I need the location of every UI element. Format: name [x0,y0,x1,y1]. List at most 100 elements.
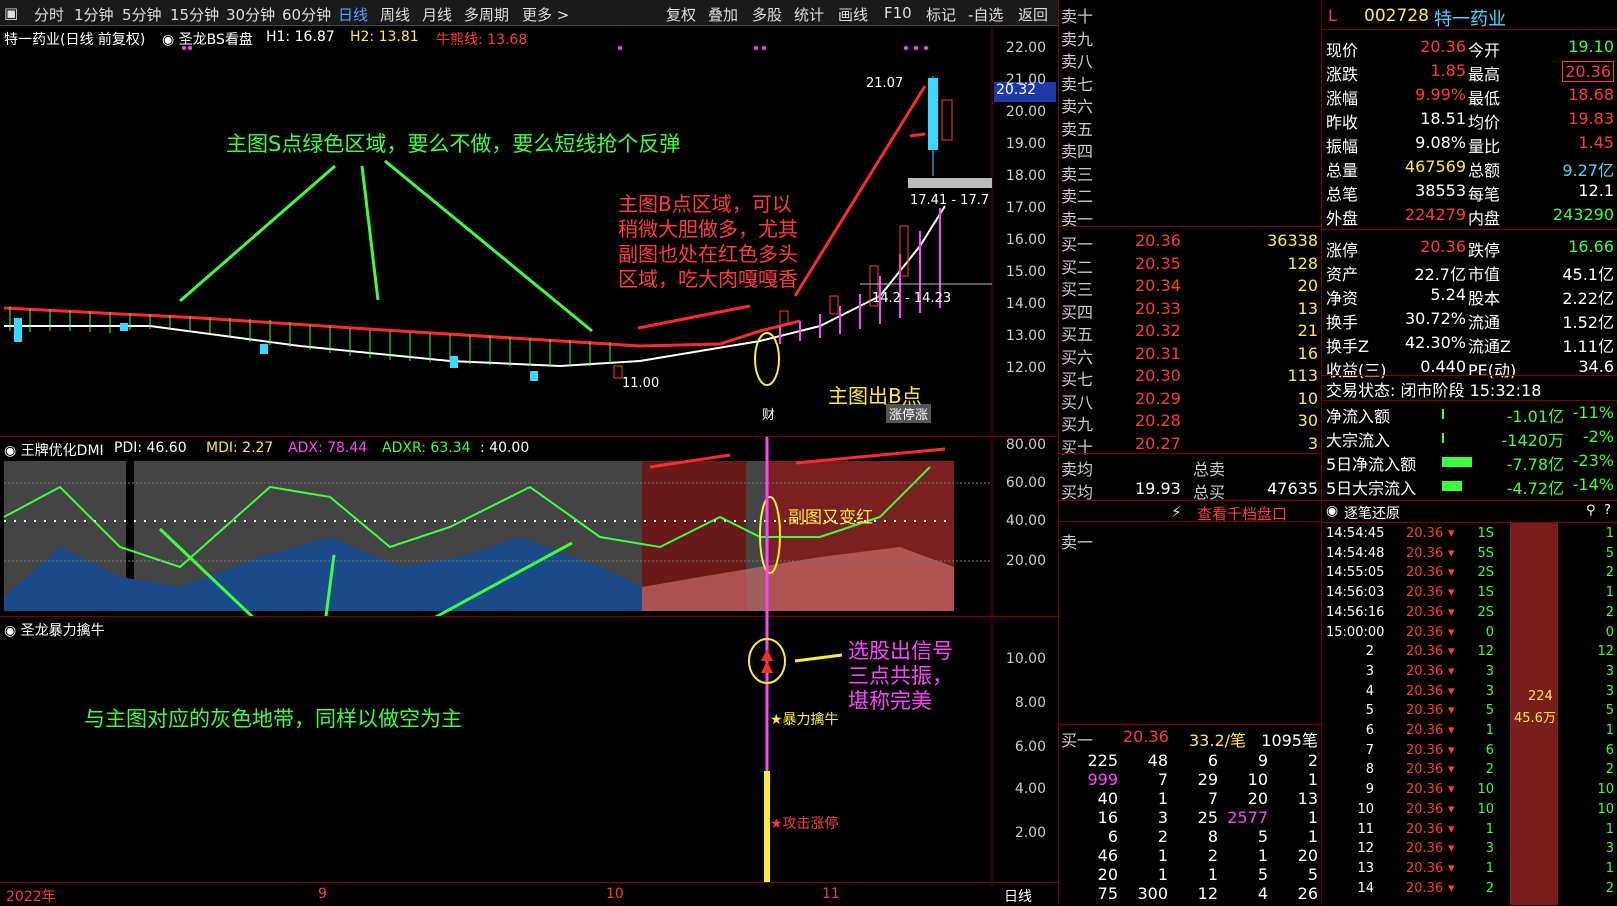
tab-daily[interactable]: 日线 [338,4,368,25]
tick-count: 3 [1605,841,1614,857]
queue-row: 75 300 12 4 26 [1059,883,1322,906]
btn-watchlist[interactable]: -自选 [968,4,1003,25]
buy-row[interactable]: 买十 20.27 3 [1059,433,1322,457]
buy-label: 买八 [1061,392,1094,412]
tick-toggle-icon[interactable]: ◉ [1326,503,1338,519]
ytick: 18.00 [1005,168,1046,184]
window-icon[interactable]: ▣ [4,4,18,22]
btn-draw[interactable]: 画线 [838,4,868,25]
main-kline-panel[interactable]: 特一药业(日线 前复权) ◉ 圣龙BS看盘 H1: 16.87 H2: 13.8… [0,26,1058,436]
tab-30min[interactable]: 30分钟 [226,4,275,25]
quote-value: 467569 [1404,157,1466,176]
filter-icon[interactable]: ⚲ [1586,503,1596,518]
queue-cell: 999 [1087,770,1118,789]
quote-label: 涨跌 [1326,65,1359,84]
tick-price: 20.36 [1406,821,1444,837]
quote-value: 1.45 [1578,133,1614,152]
quote-value: 30.72% [1404,309,1466,328]
queue-cell: 46 [1097,846,1118,865]
signal-note: 选股出信号 三点共振， 堪称完美 [848,639,953,714]
dmi-panel[interactable]: ◉ 王牌优化DMI PDI: 46.60 MDI: 2.27 ADX: 78.4… [0,436,1058,617]
tick-price: 20.36 [1406,565,1444,581]
tick-time: 10 [1357,801,1374,817]
buy-row[interactable]: 买四 20.33 13 [1059,298,1322,322]
buy-label: 买四 [1061,302,1094,322]
tick-count: 1 [1605,585,1614,601]
tick-row: 12 20.36 ▾ 3 3 [1322,840,1617,860]
queue-cell: 5 [1257,827,1268,846]
btn-multi-stock[interactable]: 多股 [752,4,782,25]
buy-price: 20.36 [1135,231,1181,250]
trade-status: 交易状态: 闭市阶段 15:32:18 [1322,376,1617,400]
btn-f10[interactable]: F10 [884,4,912,22]
buy-row[interactable]: 买六 20.31 16 [1059,343,1322,367]
buy-row[interactable]: 买三 20.34 20 [1059,275,1322,299]
sell-row: 卖十 [1059,2,1322,26]
tick-arrow: ▾ [1448,841,1455,857]
tick-volume: 3 [1485,683,1494,699]
depth-link-bar[interactable]: ⚡ 查看千档盘口 [1059,500,1322,524]
b-point-circle [754,332,780,386]
tick-arrow: ▾ [1448,604,1455,620]
tick-volume: 1S [1477,526,1494,541]
buy-row[interactable]: 买七 20.30 113 [1059,365,1322,389]
tab-fenshi[interactable]: 分时 [34,4,64,25]
buy-row[interactable]: 买九 20.28 30 [1059,410,1322,434]
tab-60min[interactable]: 60分钟 [282,4,331,25]
quote-label: 净资 [1326,289,1359,308]
buy-avg-row: 买均 19.93 总买 47635 [1059,478,1322,502]
tick-count: 6 [1605,742,1614,758]
ytick: 8.00 [1014,695,1046,711]
note-line: 堪称完美 [848,689,932,713]
tab-multi-period[interactable]: 多周期 [464,4,509,25]
tick-time: 14:54:48 [1326,545,1385,561]
tick-row: 11 20.36 ▾ 1 1 [1322,821,1617,841]
buy-row[interactable]: 买二 20.35 128 [1059,253,1322,277]
stock-name: 特一药业 [1434,9,1506,30]
sell-label: 卖三 [1061,164,1094,184]
main-title: 特一药业(日线 前复权) [4,32,146,48]
tick-volume: 12 [1477,644,1494,660]
range-label: 17.41 - 17.7 [910,193,990,208]
btn-stats[interactable]: 统计 [794,4,824,25]
buy-row[interactable]: 买一 20.36 36338 [1059,230,1322,254]
tick-row: 8 20.36 ▾ 2 2 [1322,761,1617,781]
queue-cell: 4 [1257,884,1268,903]
tab-5min[interactable]: 5分钟 [122,4,162,25]
btn-overlay[interactable]: 叠加 [708,4,738,25]
tick-row: 3 20.36 ▾ 3 3 [1322,663,1617,683]
tab-more[interactable]: 更多 > [522,4,569,25]
tab-1min[interactable]: 1分钟 [74,4,114,25]
quote-row: 换手Z 42.30% 流通Z 1.11亿 [1322,332,1617,356]
btn-back[interactable]: 返回 [1018,4,1048,25]
queue-cell: 6 [1207,751,1218,770]
tick-arrow: ▾ [1448,703,1455,719]
quote-row: 涨跌 1.85 最高 20.36 [1322,60,1617,84]
buy-price: 20.27 [1135,433,1181,453]
tick-time: 14:54:45 [1326,526,1385,541]
indicator-name[interactable]: ◉ 圣龙BS看盘 [162,29,253,49]
tick-time: 6 [1365,723,1374,738]
x-label: 11 [822,886,840,902]
quote-value: 2.22亿 [1562,289,1614,308]
period-label[interactable]: 日线 [1004,886,1032,906]
tick-row: 14 20.36 ▾ 2 2 [1322,880,1617,900]
tick-volume: 2 [1485,880,1494,896]
buy-volume: 20 [1297,276,1318,295]
quote-label: 涨停 [1326,241,1359,260]
tick-row: 14:56:16 20.36 ▾ 2S 2 [1322,604,1617,624]
quote-label: 均价 [1468,113,1501,132]
flow-bar [1442,409,1444,419]
btn-mark[interactable]: 标记 [926,4,956,25]
btn-fuquan[interactable]: 复权 [666,4,696,25]
qiniu-panel[interactable]: ◉ 圣龙暴力擒牛 10.00 8.00 6.00 4.00 2.00 与主图对应… [0,437,1058,887]
tab-monthly[interactable]: 月线 [422,4,452,25]
buy-row[interactable]: 买八 20.29 10 [1059,388,1322,412]
depth-link[interactable]: 查看千档盘口 [1197,503,1287,524]
help-icon[interactable]: ? [1604,503,1611,518]
buy-row[interactable]: 买五 20.32 21 [1059,320,1322,344]
tab-15min[interactable]: 15分钟 [170,4,219,25]
buy-label: 买九 [1061,415,1094,434]
tab-weekly[interactable]: 周线 [380,4,410,25]
quote-label: 振幅 [1326,137,1359,156]
